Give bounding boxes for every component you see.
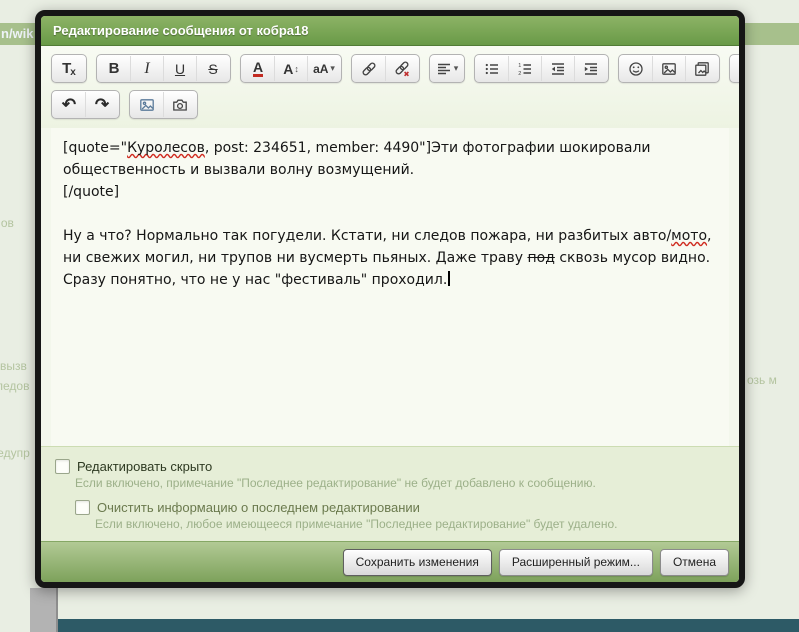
numbered-list-icon: 12: [517, 61, 533, 77]
cancel-button[interactable]: Отмена: [660, 549, 729, 576]
image-icon: [661, 61, 677, 77]
background-text-fragment: вызв: [0, 359, 27, 373]
message-editor[interactable]: [quote="Куролесов, post: 234651, member:…: [51, 128, 729, 446]
svg-text:2: 2: [518, 71, 521, 77]
insert-media-button[interactable]: [686, 56, 718, 81]
gallery-button[interactable]: [131, 92, 164, 117]
camera-button[interactable]: [164, 92, 196, 117]
insert-image-button[interactable]: [653, 56, 686, 81]
strikethrough-button[interactable]: S: [197, 56, 229, 81]
editor-line: ни свежих могил, ни трупов ни вусмерть п…: [63, 247, 717, 269]
bold-button[interactable]: B: [98, 56, 131, 81]
code-button[interactable]: [731, 56, 739, 81]
edit-options-section: Редактировать скрыто Если включено, прим…: [41, 446, 739, 541]
redo-button[interactable]: ↷: [86, 92, 118, 117]
camera-icon: [172, 97, 188, 113]
chevron-down-icon: ▾: [454, 63, 459, 74]
align-left-icon: [436, 61, 452, 77]
editor-toolbar: Tx B I U S A A↕ aA▾: [41, 46, 739, 128]
background-text-fragment: озь м: [747, 373, 777, 387]
editor-line: [quote="Куролесов, post: 234651, member:…: [63, 137, 717, 159]
editor-content: [quote="Куролесов, post: 234651, member:…: [63, 137, 717, 291]
dialog-title: Редактирование сообщения от кобра18: [41, 16, 739, 46]
advanced-mode-button[interactable]: Расширенный режим...: [499, 549, 653, 576]
text-cursor: [448, 271, 450, 286]
edit-message-dialog: Редактирование сообщения от кобра18 Tx B…: [35, 10, 745, 588]
save-button[interactable]: Сохранить изменения: [343, 549, 492, 576]
picture-icon: [139, 97, 155, 113]
editor-line: [63, 203, 717, 225]
text-color-button[interactable]: A: [242, 56, 275, 81]
svg-text:1: 1: [518, 63, 521, 69]
editor-line: общественность и вызвали волну возмущени…: [63, 159, 717, 181]
unlink-button[interactable]: [386, 56, 418, 81]
smiley-icon: [628, 61, 644, 77]
silent-edit-label[interactable]: Редактировать скрыто: [77, 459, 212, 474]
silent-edit-checkbox[interactable]: [55, 459, 70, 474]
text-color-icon: A: [253, 61, 263, 77]
clear-edit-info-label[interactable]: Очистить информацию о последнем редактир…: [97, 500, 420, 515]
unlink-icon: [394, 61, 410, 77]
smilies-button[interactable]: [620, 56, 653, 81]
background-text-fragment: ледов: [0, 379, 29, 393]
undo-button[interactable]: ↶: [53, 92, 86, 117]
editor-line: Сразу понятно, что не у нас "фестиваль" …: [63, 269, 717, 291]
page-bottom-left-block: [30, 588, 58, 632]
unordered-list-button[interactable]: [476, 56, 509, 81]
insert-link-button[interactable]: [353, 56, 386, 81]
indent-button[interactable]: [575, 56, 607, 81]
silent-edit-hint: Если включено, примечание "Последнее ред…: [75, 476, 725, 490]
font-family-button[interactable]: aA▾: [308, 56, 340, 81]
italic-button[interactable]: I: [131, 56, 164, 81]
page-bottom-bar: [55, 619, 799, 632]
link-icon: [361, 61, 377, 77]
clear-edit-info-checkbox[interactable]: [75, 500, 90, 515]
dialog-footer: Сохранить изменения Расширенный режим...…: [41, 541, 739, 582]
editor-line: [/quote]: [63, 181, 717, 203]
bullet-list-icon: [484, 61, 500, 77]
remove-format-button[interactable]: Tx: [53, 56, 85, 81]
underline-button[interactable]: U: [164, 56, 197, 81]
outdent-icon: [550, 61, 566, 77]
background-text-fragment: пожалов: [0, 216, 14, 230]
chevron-down-icon: ▾: [330, 63, 335, 74]
clear-edit-info-hint: Если включено, любое имеющееся примечани…: [95, 517, 725, 531]
font-size-button[interactable]: A↕: [275, 56, 308, 81]
ordered-list-button[interactable]: 12: [509, 56, 542, 81]
editor-line: Ну а что? Нормально так погудели. Кстати…: [63, 225, 717, 247]
background-text-fragment: предупр: [0, 446, 30, 460]
indent-icon: [583, 61, 599, 77]
media-icon: [694, 61, 710, 77]
size-arrows-icon: ↕: [294, 64, 299, 74]
outdent-button[interactable]: [542, 56, 575, 81]
alignment-button[interactable]: ▾: [431, 56, 463, 81]
background-url-fragment: n/wik: [1, 26, 34, 41]
